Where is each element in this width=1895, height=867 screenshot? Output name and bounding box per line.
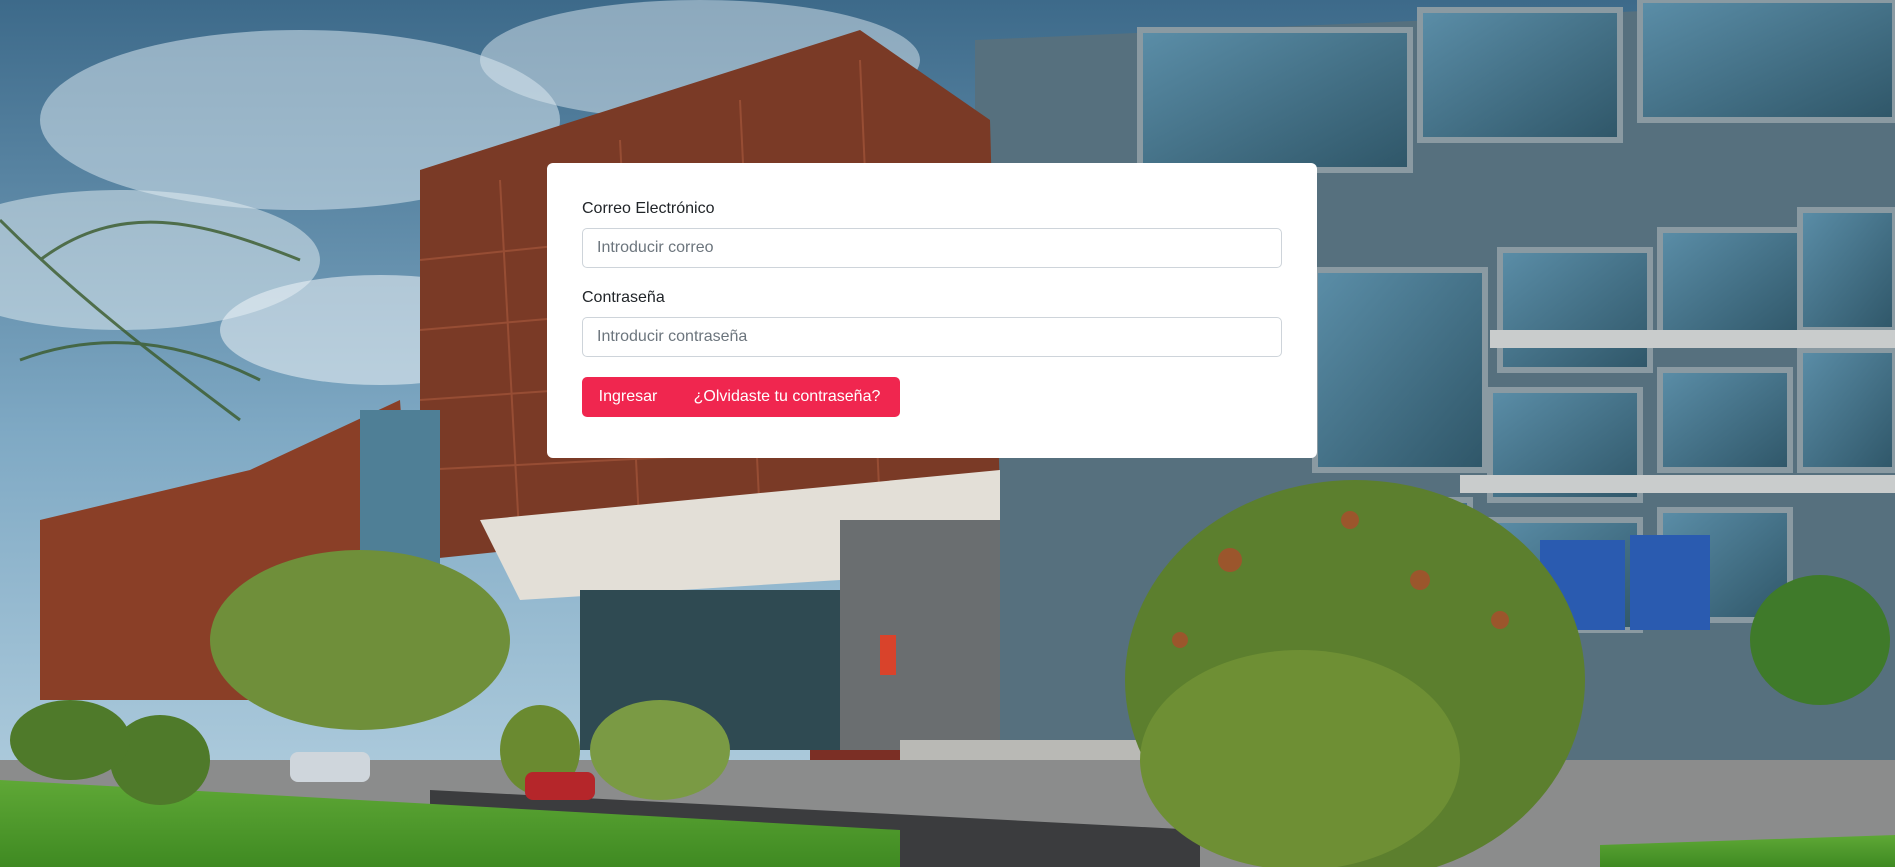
email-input[interactable] (582, 228, 1282, 268)
login-card: Correo Electrónico Contraseña Ingresar ¿… (547, 163, 1317, 458)
email-label: Correo Electrónico (582, 200, 715, 217)
email-field-group: Correo Electrónico (582, 199, 1282, 268)
forgot-password-button[interactable]: ¿Olvidaste tu contraseña? (674, 377, 900, 417)
login-button[interactable]: Ingresar (582, 377, 674, 417)
login-actions: Ingresar ¿Olvidaste tu contraseña? (582, 377, 1282, 417)
password-input[interactable] (582, 317, 1282, 357)
password-field-group: Contraseña (582, 288, 1282, 357)
password-label: Contraseña (582, 289, 665, 306)
